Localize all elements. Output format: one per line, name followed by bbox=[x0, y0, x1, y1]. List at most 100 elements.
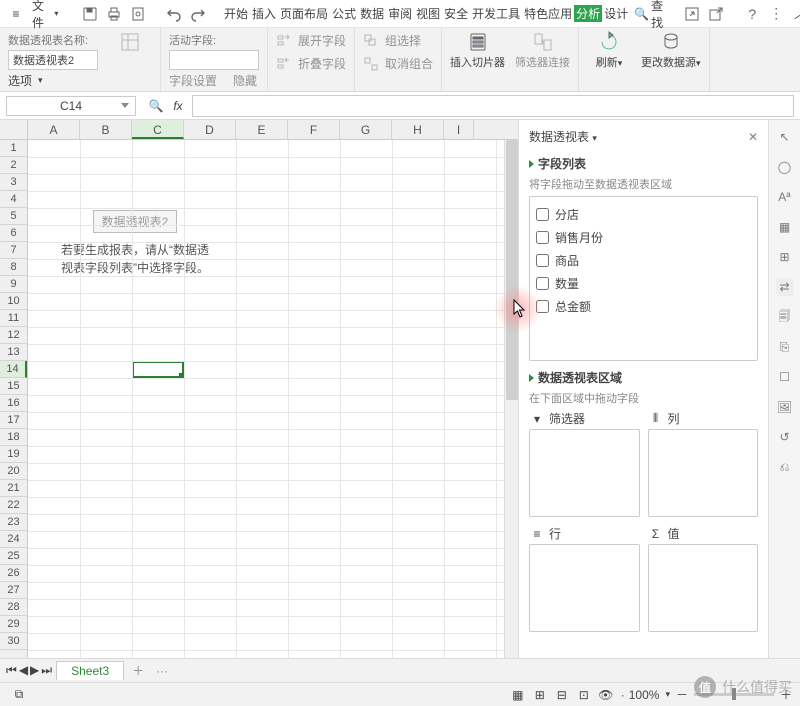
row-header[interactable]: 10 bbox=[0, 293, 27, 310]
row-header[interactable]: 1 bbox=[0, 140, 27, 157]
view-page-icon[interactable]: ⊞ bbox=[532, 687, 548, 703]
sheet-nav-first[interactable]: ⏮ bbox=[6, 663, 17, 678]
row-header[interactable]: 19 bbox=[0, 446, 27, 463]
pivot-name-input[interactable] bbox=[8, 50, 98, 70]
tab-start[interactable]: 开始 bbox=[222, 5, 250, 22]
row-header[interactable]: 5 bbox=[0, 208, 27, 225]
help-icon[interactable]: ? bbox=[740, 6, 764, 22]
tab-dev[interactable]: 开发工具 bbox=[470, 5, 522, 22]
row-header[interactable]: 29 bbox=[0, 616, 27, 633]
tab-design[interactable]: 设计 bbox=[602, 5, 630, 22]
tab-data[interactable]: 数据 bbox=[358, 5, 386, 22]
row-header[interactable]: 28 bbox=[0, 599, 27, 616]
fx-icon[interactable]: fx bbox=[170, 98, 186, 114]
active-cell[interactable] bbox=[132, 361, 184, 378]
row-header[interactable]: 17 bbox=[0, 412, 27, 429]
options-button[interactable]: 选项 bbox=[8, 72, 32, 89]
tab-layout[interactable]: 页面布局 bbox=[278, 5, 330, 22]
view-break-icon[interactable]: ⊟ bbox=[554, 687, 570, 703]
field-item[interactable]: 销售月份 bbox=[536, 226, 751, 249]
add-sheet-button[interactable]: ＋ bbox=[128, 662, 148, 679]
row-header[interactable]: 21 bbox=[0, 480, 27, 497]
field-item[interactable]: 总金额 bbox=[536, 295, 751, 318]
row-header[interactable]: 8 bbox=[0, 259, 27, 276]
sheet-nav-last[interactable]: ⏭ bbox=[41, 663, 52, 678]
row-header[interactable]: 6 bbox=[0, 225, 27, 242]
columns-area[interactable] bbox=[648, 429, 759, 517]
style-icon[interactable]: Aª bbox=[776, 188, 794, 206]
row-header[interactable]: 3 bbox=[0, 174, 27, 191]
file-menu[interactable]: 文件▾ bbox=[28, 0, 66, 31]
field-item[interactable]: 分店 bbox=[536, 203, 751, 226]
export-icon[interactable] bbox=[704, 6, 728, 22]
search-button[interactable]: 🔍查找 bbox=[630, 0, 668, 31]
link-icon[interactable]: ⎘ bbox=[776, 338, 794, 356]
eye-icon[interactable]: 👁 bbox=[598, 687, 614, 703]
select-all-corner[interactable] bbox=[0, 120, 28, 139]
tab-analyze[interactable]: 分析 bbox=[574, 5, 602, 22]
tab-formula[interactable]: 公式 bbox=[330, 5, 358, 22]
values-area[interactable] bbox=[648, 544, 759, 632]
close-icon[interactable]: ✕ bbox=[748, 130, 758, 144]
col-header[interactable]: F bbox=[288, 120, 340, 139]
row-header[interactable]: 13 bbox=[0, 344, 27, 361]
tab-view[interactable]: 视图 bbox=[414, 5, 442, 22]
insert-slicer-button[interactable]: 插入切片器 bbox=[450, 32, 505, 70]
field-item[interactable]: 数量 bbox=[536, 272, 751, 295]
sheet-tab-active[interactable]: Sheet3 bbox=[56, 661, 124, 680]
refresh-button[interactable]: 刷新▾ bbox=[587, 32, 631, 70]
row-header[interactable]: 11 bbox=[0, 310, 27, 327]
row-header[interactable]: 7 bbox=[0, 242, 27, 259]
name-box[interactable]: C14 bbox=[6, 96, 136, 116]
zoom-out-button[interactable]: － bbox=[676, 686, 688, 703]
menu-hamburger[interactable]: ≡ bbox=[4, 6, 28, 22]
chart-icon[interactable]: ⊞ bbox=[776, 248, 794, 266]
spreadsheet-grid[interactable]: A B C D E F G H I 1234567891011121314151… bbox=[0, 120, 518, 658]
share-icon[interactable] bbox=[680, 6, 704, 22]
row-header[interactable]: 23 bbox=[0, 514, 27, 531]
col-header[interactable]: H bbox=[392, 120, 444, 139]
row-header[interactable]: 27 bbox=[0, 582, 27, 599]
row-header[interactable]: 12 bbox=[0, 327, 27, 344]
active-field-input[interactable] bbox=[169, 50, 259, 70]
row-header[interactable]: 18 bbox=[0, 429, 27, 446]
sheet-nav-next[interactable]: ▶ bbox=[30, 663, 39, 678]
undo-icon[interactable] bbox=[162, 6, 186, 22]
save-icon[interactable] bbox=[78, 6, 102, 22]
sheet-nav-prev[interactable]: ◀ bbox=[19, 663, 28, 678]
row-header[interactable]: 9 bbox=[0, 276, 27, 293]
backup-icon[interactable]: ⎌ bbox=[776, 458, 794, 476]
magnify-icon[interactable]: 🔍 bbox=[148, 98, 164, 114]
swap-icon[interactable]: ⇄ bbox=[776, 278, 794, 296]
row-header[interactable]: 22 bbox=[0, 497, 27, 514]
tab-security[interactable]: 安全 bbox=[442, 5, 470, 22]
field-list-box[interactable]: 分店 销售月份 商品 数量 总金额 bbox=[529, 196, 758, 361]
row-header[interactable]: 30 bbox=[0, 633, 27, 650]
row-header[interactable]: 24 bbox=[0, 531, 27, 548]
field-item[interactable]: 商品 bbox=[536, 249, 751, 272]
col-header[interactable]: I bbox=[444, 120, 474, 139]
row-header[interactable]: 4 bbox=[0, 191, 27, 208]
col-header[interactable]: G bbox=[340, 120, 392, 139]
row-header[interactable]: 2 bbox=[0, 157, 27, 174]
tab-special[interactable]: 特色应用 bbox=[522, 5, 574, 22]
record-icon[interactable]: ⧉ bbox=[11, 687, 27, 703]
view-normal-icon[interactable]: ▦ bbox=[510, 687, 526, 703]
row-header[interactable]: 15 bbox=[0, 378, 27, 395]
tab-insert[interactable]: 插入 bbox=[250, 5, 278, 22]
change-source-button[interactable]: 更改数据源▾ bbox=[641, 32, 701, 70]
area-header[interactable]: 数据透视表区域 bbox=[529, 369, 758, 386]
read-mode-icon[interactable]: ⊡ bbox=[576, 687, 592, 703]
pointer-icon[interactable]: ↖ bbox=[776, 128, 794, 146]
col-header[interactable]: E bbox=[236, 120, 288, 139]
sheet-more[interactable]: ··· bbox=[152, 664, 172, 678]
collapse-ribbon-icon[interactable]: ︿ bbox=[788, 6, 800, 22]
table-icon[interactable]: ▦ bbox=[776, 218, 794, 236]
rows-area[interactable] bbox=[529, 544, 640, 632]
shape-icon[interactable]: ◯ bbox=[776, 158, 794, 176]
col-header[interactable]: D bbox=[184, 120, 236, 139]
row-header[interactable]: 26 bbox=[0, 565, 27, 582]
col-header[interactable]: B bbox=[80, 120, 132, 139]
tab-review[interactable]: 审阅 bbox=[386, 5, 414, 22]
field-list-header[interactable]: 字段列表 bbox=[529, 155, 758, 172]
